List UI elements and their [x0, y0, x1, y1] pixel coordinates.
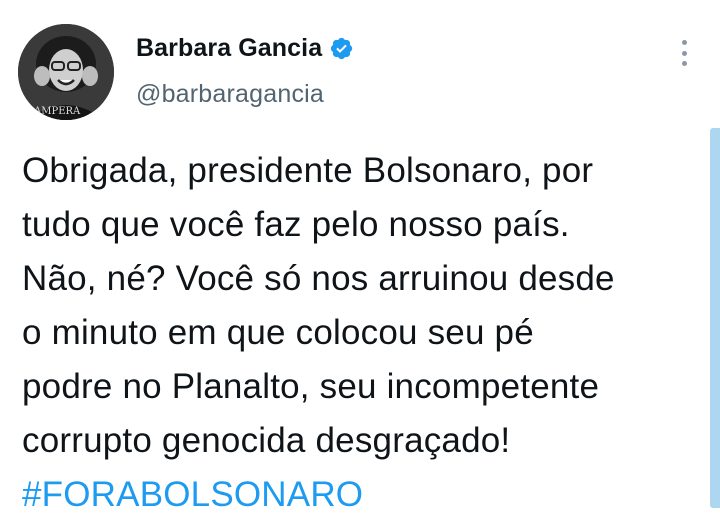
scrollbar[interactable] — [710, 128, 720, 508]
author-handle[interactable]: @barbaragancia — [136, 80, 324, 109]
tweet-text-line: podre no Planalto, seu incompetente — [22, 367, 600, 406]
tweet-text-line: Não, né? Você só nos arruinou desde — [22, 259, 615, 298]
tweet-text-line: corrupto genocida desgraçado! — [22, 421, 511, 460]
hashtag-link[interactable]: #FORABOLSONARO — [22, 468, 692, 518]
tweet-text-line: o minuto em que colocou seu pé — [22, 313, 534, 352]
tweet-text: Obrigada, presidente Bolsonaro, por tudo… — [22, 144, 692, 518]
tweet-text-line: Obrigada, presidente Bolsonaro, por — [22, 151, 594, 190]
more-options-button[interactable] — [674, 38, 694, 68]
avatar-photo: AMPERA — [18, 24, 114, 120]
more-vertical-icon — [681, 40, 687, 45]
tweet: AMPERA Barbara Gancia @barbaragancia Obr… — [0, 0, 720, 518]
verified-badge-icon — [329, 36, 354, 61]
svg-text:AMPERA: AMPERA — [33, 106, 81, 117]
more-vertical-icon-dot — [681, 61, 687, 66]
author-name-row[interactable]: Barbara Gancia — [136, 32, 354, 64]
tweet-text-line: tudo que você faz pelo nosso país. — [22, 205, 570, 244]
avatar[interactable]: AMPERA — [18, 24, 114, 120]
display-name[interactable]: Barbara Gancia — [136, 34, 322, 63]
more-vertical-icon-dot — [681, 50, 687, 56]
